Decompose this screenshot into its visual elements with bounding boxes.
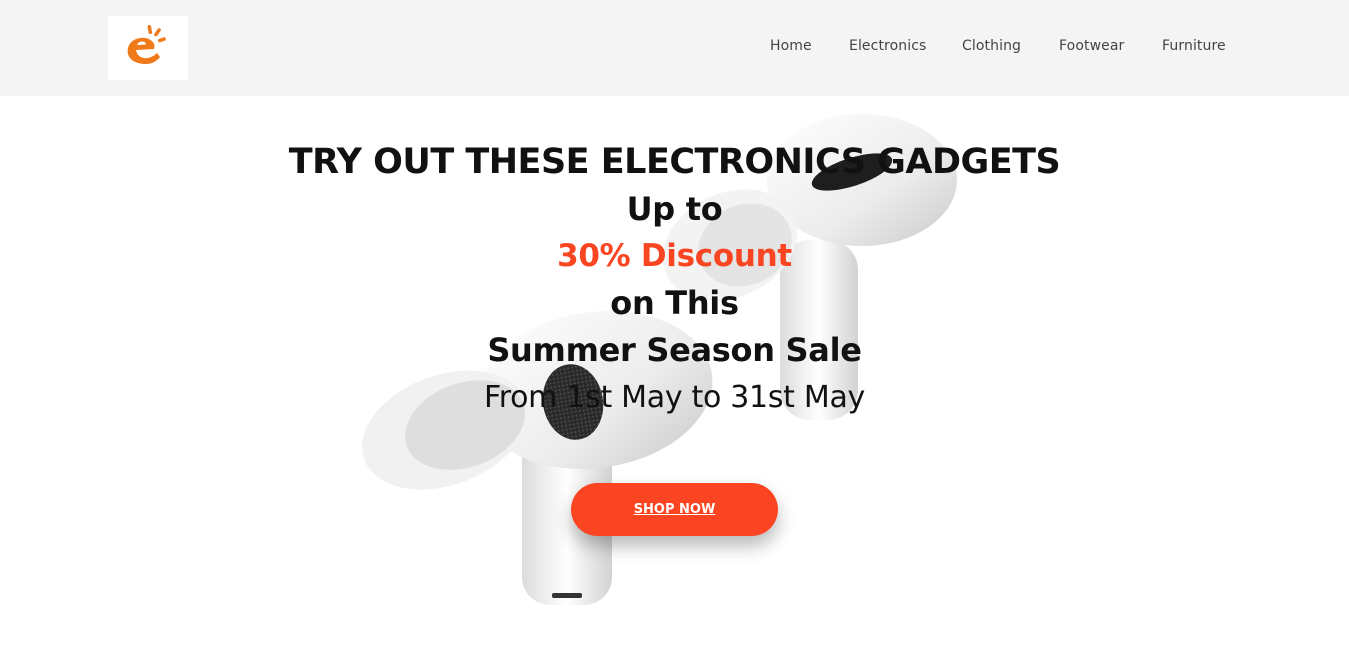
hero-discount: 30% Discount [557,238,792,274]
nav-link-footwear[interactable]: Footwear [1059,38,1124,54]
hero-line-up-to: Up to [626,190,723,228]
top-navbar: Home Electronics Clothing Footwear Furni… [0,0,1349,96]
hero-headline: TRY OUT THESE ELECTRONICS GADGETS [288,142,1061,182]
hero-sale-dates: From 1st May to 31st May [483,380,865,415]
shop-now-button[interactable]: SHOP NOW [571,483,778,536]
nav-link-home[interactable]: Home [770,38,812,54]
nav-link-furniture[interactable]: Furniture [1162,38,1226,54]
hero-text-block: TRY OUT THESE ELECTRONICS GADGETS Up to … [0,138,1349,421]
nav-link-electronics[interactable]: Electronics [849,38,926,54]
nav-link-clothing[interactable]: Clothing [962,38,1021,54]
hero-line-on-this: on This [610,284,739,322]
main-nav: Home Electronics Clothing Footwear Furni… [0,38,1349,60]
hero-sale-name: Summer Season Sale [487,331,862,369]
